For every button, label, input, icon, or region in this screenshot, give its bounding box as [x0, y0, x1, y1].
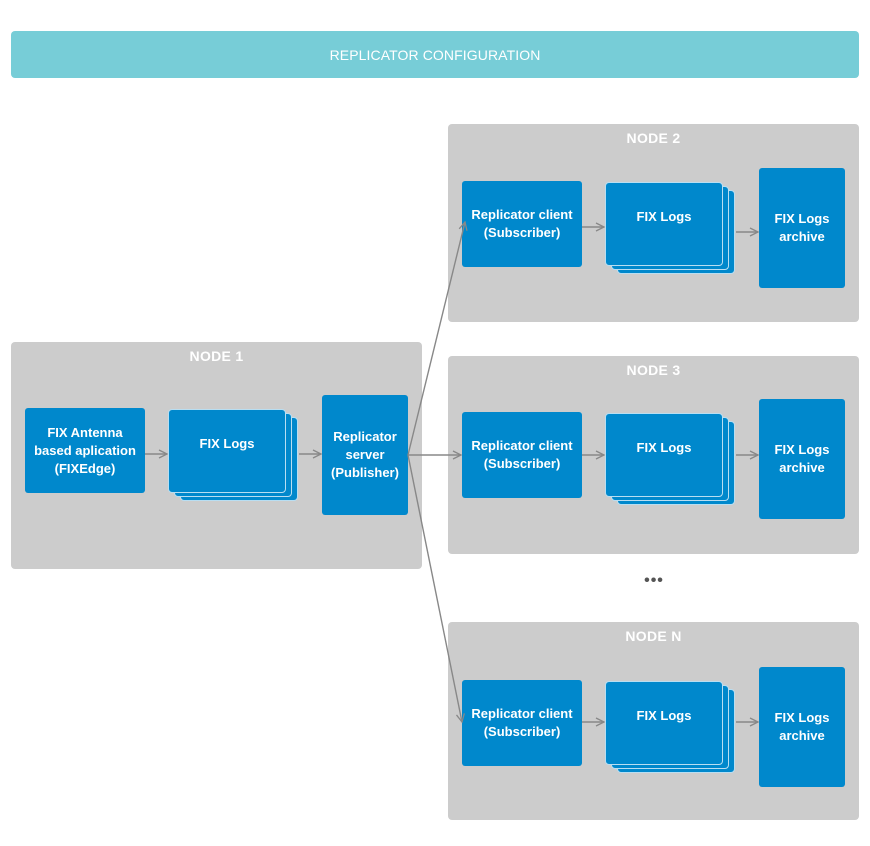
box-label-line: archive: [779, 460, 825, 475]
fix-logs-stack: FIX Logs: [168, 409, 299, 502]
fix-logs-stack: FIX Logs: [605, 681, 736, 774]
fix-logs-box: FIX Logs: [605, 413, 723, 497]
node-title: NODE 3: [626, 362, 681, 378]
box-label-line: FIX Logs: [774, 710, 830, 725]
box-label-line: Replicator client: [471, 706, 573, 721]
more-nodes-ellipsis: •••: [644, 572, 664, 589]
replicator-client-box: Replicator client (Subscriber): [462, 680, 582, 766]
box-label-line: FIX Logs: [774, 442, 830, 457]
replicator-client-box: Replicator client (Subscriber): [462, 412, 582, 498]
banner-title: REPLICATOR CONFIGURATION: [329, 46, 541, 63]
fix-logs-archive-box: FIX Logs archive: [759, 667, 845, 787]
box-label-line: Replicator: [333, 429, 397, 444]
box-label: FIX Logs: [636, 440, 692, 455]
box-label-line: FIX Antenna: [47, 424, 123, 440]
fix-antenna-application-box: FIX Antenna based aplication (FIXEdge): [25, 408, 145, 493]
box-label: FIX Logs: [636, 209, 692, 224]
box-label-line: Replicator client: [471, 207, 573, 222]
fix-logs-box: FIX Logs: [605, 182, 723, 266]
box-label-line: (FIXEdge): [54, 460, 116, 476]
replicator-configuration-banner: REPLICATOR CONFIGURATION: [11, 31, 859, 78]
box-label-line: archive: [779, 728, 825, 743]
node-title: NODE 1: [189, 348, 244, 364]
box-label-line: (Subscriber): [483, 456, 561, 471]
fix-logs-stack: FIX Logs: [605, 182, 736, 275]
box-label-line: FIX Logs: [774, 211, 830, 226]
box-label-line: server: [345, 447, 385, 462]
fix-logs-stack: FIX Logs: [605, 413, 736, 506]
fix-logs-archive-box: FIX Logs archive: [759, 399, 845, 519]
box-label: FIX Logs: [199, 436, 255, 451]
box-label: FIX Logs: [636, 708, 692, 723]
box-label-line: archive: [779, 229, 825, 244]
fix-logs-archive-box: FIX Logs archive: [759, 168, 845, 288]
node-title: NODE N: [625, 628, 682, 644]
box-label-line: based aplication: [34, 442, 136, 458]
fix-logs-box: FIX Logs: [605, 681, 723, 765]
box-label-line: (Subscriber): [483, 225, 561, 240]
box-label-line: (Publisher): [331, 465, 399, 480]
replicator-server-box: Replicator server (Publisher): [322, 395, 408, 515]
fix-logs-box: FIX Logs: [168, 409, 286, 493]
box-label-line: (Subscriber): [483, 724, 561, 739]
replicator-client-box: Replicator client (Subscriber): [462, 181, 582, 267]
box-label-line: Replicator client: [471, 438, 573, 453]
node-title: NODE 2: [626, 130, 681, 146]
